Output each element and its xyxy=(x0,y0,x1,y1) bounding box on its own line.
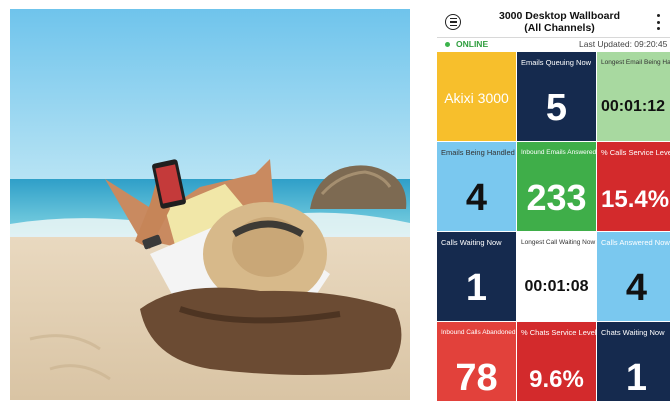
tile-value: 00:01:12 xyxy=(601,98,666,115)
last-updated: Last Updated: 09:20:45 xyxy=(579,39,668,49)
kebab-dot xyxy=(656,20,660,24)
tile-value: 78 xyxy=(455,357,498,399)
wallboard-phone-screen: 3000 Desktop Wallboard (All Channels) ON… xyxy=(437,9,670,401)
tile-value: 9.6% xyxy=(529,366,584,393)
sky xyxy=(10,9,410,184)
tile-label: Chats Waiting Now xyxy=(601,328,665,337)
hamburger-circle-icon[interactable] xyxy=(445,14,461,30)
app-header: 3000 Desktop Wallboard (All Channels) xyxy=(437,9,670,37)
status-bar: ONLINE Last Updated: 09:20:45 xyxy=(437,37,670,51)
menu-line xyxy=(449,18,457,20)
kebab-dot xyxy=(656,14,660,17)
tile-longest-email[interactable]: Longest Email Being Handled 00:01:12 xyxy=(597,52,670,141)
online-dot-icon xyxy=(445,42,450,47)
wallboard-grid: Akixi 3000 Emails Queuing Now 5 Longest … xyxy=(437,52,670,401)
tile-emails-queuing[interactable]: Emails Queuing Now 5 xyxy=(517,52,596,141)
tile-inbound-answered[interactable]: Inbound Emails Answered 233 xyxy=(517,142,596,231)
kebab-icon[interactable] xyxy=(655,14,661,30)
tile-value: 15.4% xyxy=(601,186,670,213)
brand-name: Akixi 3000 xyxy=(444,90,509,106)
tile-chats-service[interactable]: % Chats Service Level 9.6% xyxy=(517,322,596,401)
tile-brand[interactable]: Akixi 3000 xyxy=(437,52,516,141)
tile-label: % Chats Service Level xyxy=(521,328,596,337)
menu-line xyxy=(449,21,457,23)
tile-chats-waiting[interactable]: Chats Waiting Now 1 xyxy=(597,322,670,401)
tile-label: Emails Queuing Now xyxy=(521,58,592,67)
tile-emails-handled[interactable]: Emails Being Handled 4 xyxy=(437,142,516,231)
tile-label: Inbound Emails Answered xyxy=(521,149,596,156)
beach-illustration xyxy=(10,9,410,400)
screenshot-root: 3000 Desktop Wallboard (All Channels) ON… xyxy=(0,0,670,401)
menu-line xyxy=(449,24,457,26)
title-line-1: 3000 Desktop Wallboard xyxy=(499,10,620,22)
tile-value: 4 xyxy=(465,177,488,219)
tile-label: Longest Call Waiting Now xyxy=(521,239,596,246)
online-status: ONLINE xyxy=(456,39,489,49)
tile-label: % Calls Service Level xyxy=(601,148,670,157)
tile-value: 1 xyxy=(625,357,648,399)
tile-label: Emails Being Handled xyxy=(441,148,515,157)
tile-longest-call[interactable]: Longest Call Waiting Now 00:01:08 xyxy=(517,232,596,321)
tile-value: 4 xyxy=(625,267,648,309)
tile-label: Calls Answered Now xyxy=(601,238,670,247)
tile-label: Inbound Calls Abandoned xyxy=(441,329,516,336)
tile-calls-answered[interactable]: Calls Answered Now 4 xyxy=(597,232,670,321)
tile-value: 00:01:08 xyxy=(524,278,589,295)
tile-calls-abandoned[interactable]: Inbound Calls Abandoned 78 xyxy=(437,322,516,401)
tile-label: Calls Waiting Now xyxy=(441,238,502,247)
tile-value: 233 xyxy=(526,177,587,218)
title-line-2: (All Channels) xyxy=(524,21,595,34)
tile-label: Longest Email Being Handled xyxy=(601,59,670,66)
kebab-dot xyxy=(656,27,660,30)
tile-calls-service[interactable]: % Calls Service Level 15.4% xyxy=(597,142,670,231)
tile-value: 5 xyxy=(545,87,568,129)
tile-calls-waiting[interactable]: Calls Waiting Now 1 xyxy=(437,232,516,321)
page-title: 3000 Desktop Wallboard (All Channels) xyxy=(477,10,642,34)
tile-value: 1 xyxy=(465,267,488,309)
beach-photo xyxy=(10,9,410,400)
